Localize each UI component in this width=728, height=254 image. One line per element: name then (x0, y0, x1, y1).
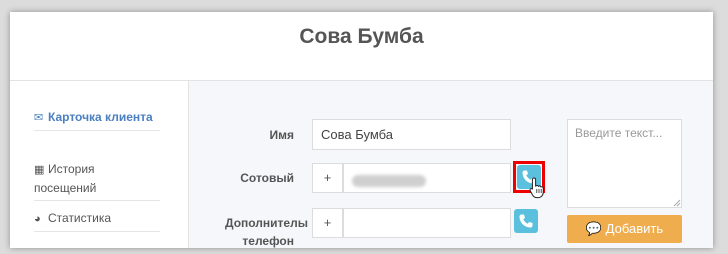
call-extra-phone-button[interactable] (514, 209, 538, 233)
resize-handle-icon[interactable] (673, 199, 681, 207)
hand-cursor-icon (529, 177, 544, 199)
phone-icon (519, 214, 533, 228)
mobile-label: Сотовый (240, 171, 294, 185)
sidebar-item-visit-history[interactable]: ▦ История посещений (34, 160, 160, 201)
extra-phone-prefix: + (312, 208, 343, 238)
mobile-prefix: + (312, 163, 343, 193)
name-input[interactable]: Сова Бумба (312, 119, 511, 150)
name-label: Имя (269, 128, 294, 142)
add-button-label: Добавить (605, 221, 664, 236)
sidebar-item-label: Карточка клиента (48, 110, 153, 124)
main-content: Имя Сова Бумба Сотовый + Дополнителы тел… (189, 81, 713, 248)
extra-phone-label-line1: Дополнителы (225, 216, 308, 230)
extra-phone-label: Дополнителы телефон (225, 216, 315, 248)
sidebar: ✉ Карточка клиента ▦ История посещений ◕ Ст… (10, 81, 189, 248)
page-title: Сова Бумба (299, 25, 424, 48)
comment-icon: 💬 (585, 221, 603, 236)
extra-phone-label-line2: телефон (242, 234, 294, 248)
add-button[interactable]: 💬 Добавить (567, 215, 682, 243)
sidebar-item-label: Статистика (48, 211, 112, 225)
pie-chart-icon: ◕ (34, 213, 41, 225)
mobile-input[interactable] (343, 163, 511, 193)
client-card-window: Сова Бумба ✉ Карточка клиента ▦ История по… (10, 12, 713, 248)
blurred-phone-number (352, 174, 426, 187)
extra-phone-input[interactable] (343, 208, 511, 238)
table-icon: ▦ (34, 164, 45, 176)
sidebar-item-client-card[interactable]: ✉ Карточка клиента (34, 108, 160, 131)
page-header: Сова Бумба (10, 12, 713, 81)
sidebar-item-statistics[interactable]: ◕ Статистика (34, 209, 160, 232)
envelope-icon: ✉ (34, 112, 44, 124)
comment-textarea[interactable]: Введите текст... (567, 119, 682, 208)
